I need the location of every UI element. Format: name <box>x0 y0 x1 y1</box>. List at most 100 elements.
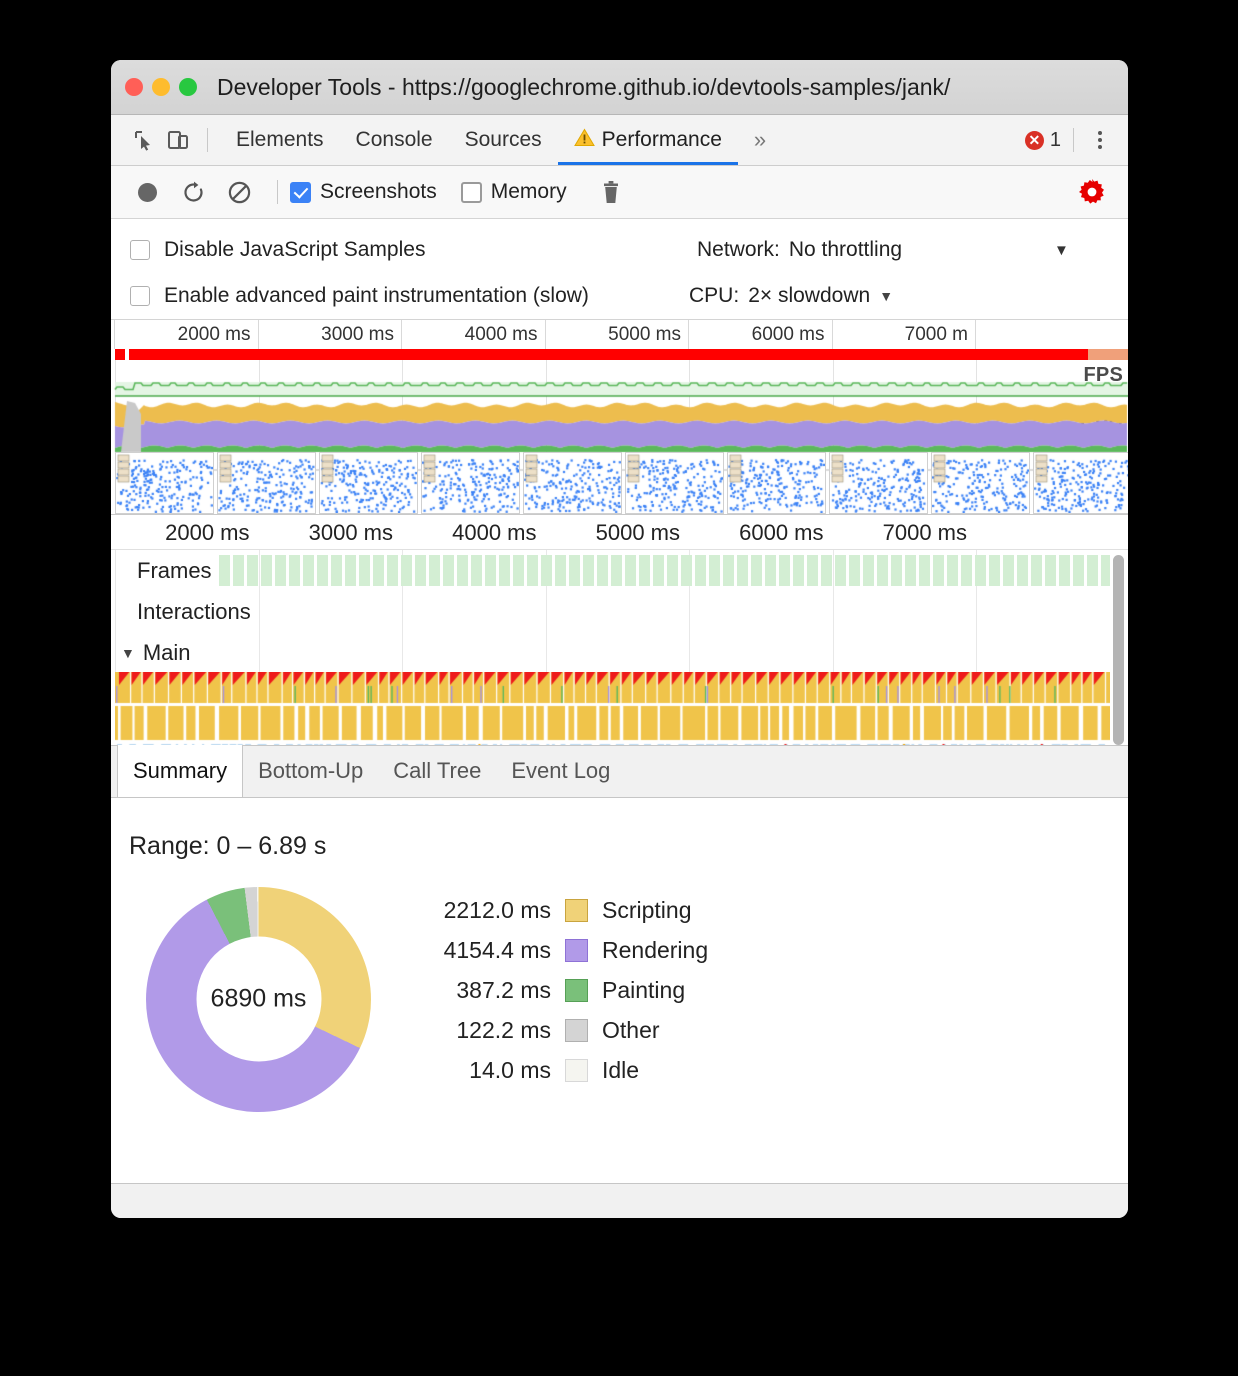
frame-chip[interactable] <box>513 555 524 586</box>
frame-chip[interactable] <box>597 555 608 586</box>
frame-chip[interactable] <box>569 555 580 586</box>
tab-bottom-up[interactable]: Bottom-Up <box>243 746 378 797</box>
filmstrip-thumbnail[interactable] <box>523 452 622 514</box>
frame-chip[interactable] <box>709 555 720 586</box>
frame-chip[interactable] <box>653 555 664 586</box>
track-label-main-wrap[interactable]: ▼ Main <box>111 640 191 666</box>
frame-chip[interactable] <box>331 555 342 586</box>
cpu-throttling-control[interactable]: CPU: 2× slowdown ▼ <box>689 284 893 308</box>
disable-js-checkbox[interactable] <box>130 240 150 260</box>
frame-chip[interactable] <box>401 555 412 586</box>
tab-summary[interactable]: Summary <box>117 745 243 797</box>
filmstrip-thumbnail[interactable] <box>115 452 214 514</box>
frame-chip[interactable] <box>807 555 818 586</box>
close-window-button[interactable] <box>125 78 143 96</box>
frame-chip[interactable] <box>1101 555 1110 586</box>
legend-row[interactable]: 14.0 msIdle <box>423 1051 708 1091</box>
frame-chip[interactable] <box>471 555 482 586</box>
triangle-down-icon[interactable]: ▼ <box>121 645 135 661</box>
frame-chip[interactable] <box>863 555 874 586</box>
frame-chip[interactable] <box>219 555 230 586</box>
frame-chip[interactable] <box>877 555 888 586</box>
frame-chip[interactable] <box>583 555 594 586</box>
track-frames[interactable]: Frames <box>111 550 1128 591</box>
frame-chip[interactable] <box>975 555 986 586</box>
frame-chip[interactable] <box>947 555 958 586</box>
frame-chip[interactable] <box>765 555 776 586</box>
frame-chip[interactable] <box>611 555 622 586</box>
frame-chip[interactable] <box>387 555 398 586</box>
overview-filmstrip[interactable] <box>115 452 1128 514</box>
tab-event-log[interactable]: Event Log <box>496 746 625 797</box>
frame-chip[interactable] <box>905 555 916 586</box>
frame-chip[interactable] <box>443 555 454 586</box>
frame-chip[interactable] <box>681 555 692 586</box>
frame-chip[interactable] <box>499 555 510 586</box>
frame-chip[interactable] <box>303 555 314 586</box>
frame-chip[interactable] <box>275 555 286 586</box>
frame-chip[interactable] <box>527 555 538 586</box>
frame-chip[interactable] <box>891 555 902 586</box>
legend-row[interactable]: 122.2 msOther <box>423 1011 708 1051</box>
inspect-element-icon[interactable] <box>127 123 161 157</box>
network-caret-down-icon[interactable]: ▼ <box>1054 242 1069 259</box>
filmstrip-thumbnail[interactable] <box>421 452 520 514</box>
frame-chip[interactable] <box>1073 555 1084 586</box>
frame-chip[interactable] <box>625 555 636 586</box>
device-toolbar-icon[interactable] <box>161 123 195 157</box>
trash-icon[interactable] <box>591 172 631 212</box>
frame-chip[interactable] <box>1087 555 1098 586</box>
legend-row[interactable]: 2212.0 msScripting <box>423 891 708 931</box>
minimize-window-button[interactable] <box>152 78 170 96</box>
screenshots-checkbox-box[interactable] <box>290 182 311 203</box>
reload-record-icon[interactable] <box>173 172 213 212</box>
flame-chart-canvas[interactable] <box>115 672 1110 745</box>
frame-chip[interactable] <box>541 555 552 586</box>
error-count-badge[interactable]: ✕ 1 <box>1025 129 1061 152</box>
frame-chip[interactable] <box>1017 555 1028 586</box>
gear-icon[interactable] <box>1072 172 1112 212</box>
frame-chip[interactable] <box>457 555 468 586</box>
frame-chip[interactable] <box>1031 555 1042 586</box>
frame-chip[interactable] <box>1045 555 1056 586</box>
frame-chip[interactable] <box>919 555 930 586</box>
maximize-window-button[interactable] <box>179 78 197 96</box>
tab-performance[interactable]: Performance <box>558 115 738 165</box>
frame-chip[interactable] <box>989 555 1000 586</box>
cpu-caret-down-icon[interactable]: ▼ <box>879 288 893 304</box>
filmstrip-thumbnail[interactable] <box>931 452 1030 514</box>
frame-chip[interactable] <box>667 555 678 586</box>
legend-row[interactable]: 4154.4 msRendering <box>423 931 708 971</box>
activity-donut-chart[interactable]: 6890 ms <box>146 887 371 1112</box>
frame-chip[interactable] <box>961 555 972 586</box>
track-main[interactable]: ▼ Main <box>111 632 1128 673</box>
filmstrip-thumbnail[interactable] <box>1033 452 1128 514</box>
frame-chip[interactable] <box>793 555 804 586</box>
filmstrip-thumbnail[interactable] <box>829 452 928 514</box>
frame-chip[interactable] <box>1003 555 1014 586</box>
clear-no-entry-icon[interactable] <box>219 172 259 212</box>
timeline-overview[interactable]: 1000 ms2000 ms3000 ms4000 ms5000 ms6000 … <box>111 320 1128 515</box>
frame-chip[interactable] <box>821 555 832 586</box>
memory-checkbox-box[interactable] <box>461 182 482 203</box>
frame-chip[interactable] <box>723 555 734 586</box>
record-circle-icon[interactable] <box>127 172 167 212</box>
tab-call-tree[interactable]: Call Tree <box>378 746 496 797</box>
tab-sources[interactable]: Sources <box>449 115 558 165</box>
flame-vertical-scrollbar[interactable] <box>1113 555 1124 745</box>
filmstrip-thumbnail[interactable] <box>625 452 724 514</box>
frame-chip[interactable] <box>317 555 328 586</box>
filmstrip-thumbnail[interactable] <box>217 452 316 514</box>
frame-chip[interactable] <box>695 555 706 586</box>
frame-chip[interactable] <box>345 555 356 586</box>
frame-chip[interactable] <box>247 555 258 586</box>
tab-elements[interactable]: Elements <box>220 115 340 165</box>
frame-chip[interactable] <box>233 555 244 586</box>
legend-row[interactable]: 387.2 msPainting <box>423 971 708 1011</box>
frame-chip[interactable] <box>737 555 748 586</box>
frame-chip[interactable] <box>849 555 860 586</box>
screenshots-checkbox[interactable]: Screenshots <box>290 180 437 204</box>
paint-instrumentation-checkbox[interactable] <box>130 286 150 306</box>
frame-chip[interactable] <box>289 555 300 586</box>
frame-chip[interactable] <box>261 555 272 586</box>
